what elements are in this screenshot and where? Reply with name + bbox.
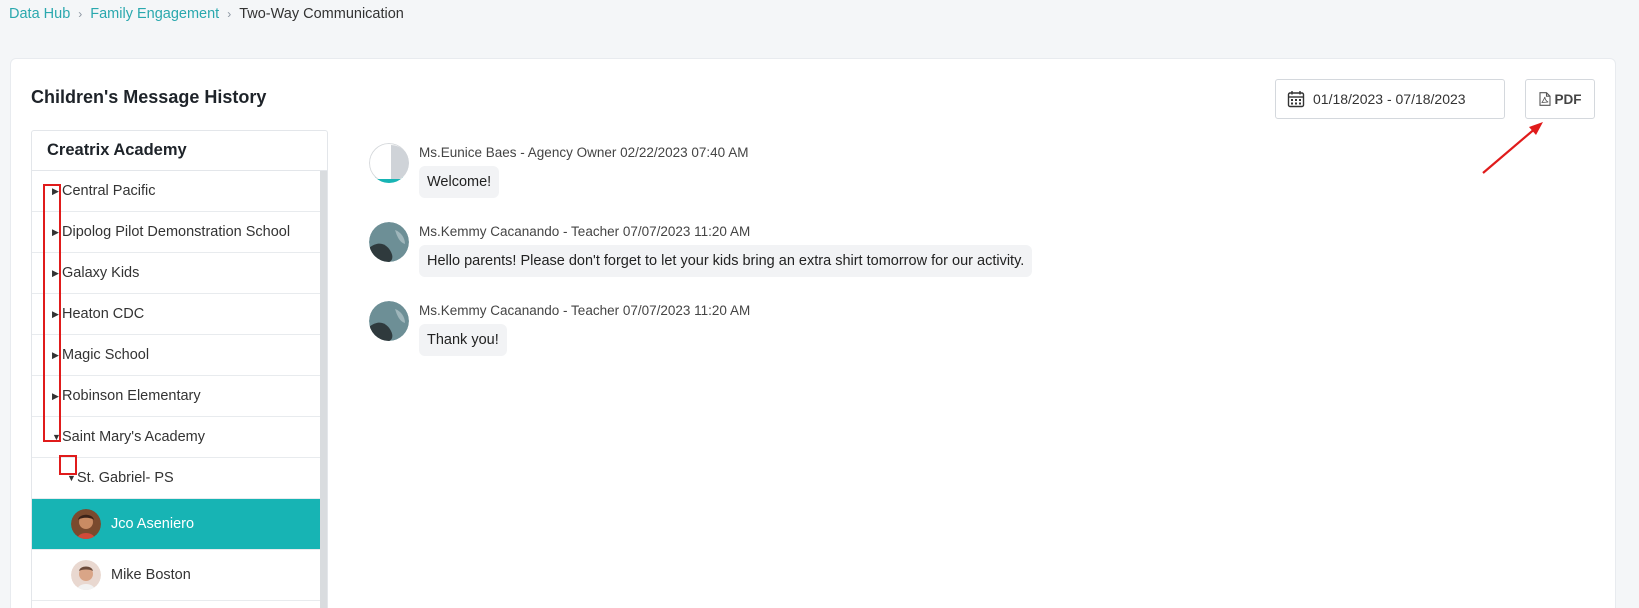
pdf-button-label: PDF bbox=[1554, 91, 1582, 107]
annotation-box bbox=[59, 455, 77, 475]
tree-scrollbar[interactable] bbox=[320, 171, 327, 608]
sender-avatar bbox=[369, 143, 409, 183]
child-avatar bbox=[71, 560, 101, 590]
tree-item-label: Galaxy Kids bbox=[62, 265, 140, 281]
child-name: Jco Aseniero bbox=[111, 516, 195, 532]
child-name: Mike Boston bbox=[111, 567, 191, 583]
tree-child-mike-boston[interactable]: Mike Boston bbox=[32, 550, 320, 601]
breadcrumb: Data Hub › Family Engagement › Two-Way C… bbox=[9, 6, 404, 22]
message-bubble: Hello parents! Please don't forget to le… bbox=[419, 245, 1033, 277]
breadcrumb-family-engagement[interactable]: Family Engagement bbox=[90, 6, 219, 22]
tree-item-label: Heaton CDC bbox=[62, 306, 145, 322]
message-bubble: Welcome! bbox=[419, 166, 500, 198]
message-bubble: Thank you! bbox=[419, 324, 507, 356]
pdf-export-button[interactable]: PDF bbox=[1525, 79, 1595, 119]
sender-avatar bbox=[369, 301, 409, 341]
chevron-right-icon: › bbox=[78, 7, 83, 21]
tree-item-robinson[interactable]: ▶ Robinson Elementary bbox=[32, 376, 320, 417]
tree-item-label: St. Gabriel- PS bbox=[77, 470, 174, 486]
tree-item-magic-school[interactable]: ▶ Magic School bbox=[32, 335, 320, 376]
tree-item-label: Saint Mary's Academy bbox=[62, 429, 205, 445]
tree-item-dipolog[interactable]: ▶ Dipolog Pilot Demonstration School bbox=[32, 212, 320, 253]
sender-avatar bbox=[369, 222, 409, 262]
annotation-arrow-icon bbox=[1482, 122, 1543, 174]
annotation-box bbox=[43, 184, 61, 442]
message-item: Ms.Eunice Baes - Agency Owner 02/22/2023… bbox=[369, 143, 1032, 198]
school-tree: Creatrix Academy ▶ Central Pacific ▶ Dip… bbox=[31, 130, 328, 608]
tree-child-jco-aseniero[interactable]: Jco Aseniero bbox=[32, 499, 320, 550]
pdf-file-icon bbox=[1538, 92, 1551, 106]
tree-item-label: Robinson Elementary bbox=[62, 388, 201, 404]
message-item: Ms.Kemmy Cacanando - Teacher 07/07/2023 … bbox=[369, 301, 1032, 356]
chevron-right-icon: › bbox=[227, 7, 232, 21]
message-meta: Ms.Kemmy Cacanando - Teacher 07/07/2023 … bbox=[419, 224, 751, 239]
tree-item-saint-marys[interactable]: ▼ Saint Mary's Academy bbox=[32, 417, 320, 458]
date-range-value: 01/18/2023 - 07/18/2023 bbox=[1313, 91, 1466, 107]
breadcrumb-current: Two-Way Communication bbox=[239, 6, 404, 22]
message-meta: Ms.Eunice Baes - Agency Owner 02/22/2023… bbox=[419, 145, 749, 160]
tree-item-label: Central Pacific bbox=[62, 183, 156, 199]
calendar-icon bbox=[1287, 91, 1305, 108]
message-item: Ms.Kemmy Cacanando - Teacher 07/07/2023 … bbox=[369, 222, 1033, 277]
tree-item-label: Dipolog Pilot Demonstration School bbox=[62, 224, 291, 240]
date-range-picker[interactable]: 01/18/2023 - 07/18/2023 bbox=[1275, 79, 1505, 119]
page-title: Children's Message History bbox=[31, 87, 267, 107]
tree-item-central-pacific[interactable]: ▶ Central Pacific bbox=[32, 171, 320, 212]
child-avatar bbox=[71, 509, 101, 539]
tree-list: ▶ Central Pacific ▶ Dipolog Pilot Demons… bbox=[32, 171, 320, 601]
main-card: Children's Message History 01/18/2023 - … bbox=[10, 58, 1616, 608]
message-meta: Ms.Kemmy Cacanando - Teacher 07/07/2023 … bbox=[419, 303, 751, 318]
tree-item-label: Magic School bbox=[62, 347, 150, 363]
tree-item-heaton-cdc[interactable]: ▶ Heaton CDC bbox=[32, 294, 320, 335]
tree-header-agency: Creatrix Academy bbox=[32, 131, 327, 171]
breadcrumb-data-hub[interactable]: Data Hub bbox=[9, 6, 70, 22]
tree-item-galaxy-kids[interactable]: ▶ Galaxy Kids bbox=[32, 253, 320, 294]
message-list: Ms.Eunice Baes - Agency Owner 02/22/2023… bbox=[369, 143, 1033, 380]
